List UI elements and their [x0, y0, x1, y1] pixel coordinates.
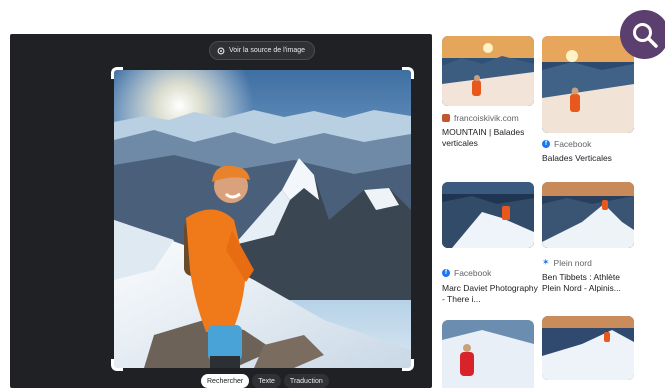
search-button[interactable] — [620, 10, 665, 59]
result-title[interactable]: Ben Tibbets : Athlète Plein Nord - Alpin… — [542, 272, 638, 294]
result-source: francoiskivik.com — [442, 113, 519, 123]
view-image-source-button[interactable]: Voir la source de l'image — [209, 41, 316, 60]
site-favicon-icon — [442, 114, 450, 122]
result-source: ✶ Plein nord — [542, 257, 592, 268]
star-icon: ✶ — [542, 257, 550, 267]
result-thumbnail[interactable] — [542, 182, 634, 248]
result-thumbnail[interactable] — [442, 320, 534, 388]
result-title[interactable]: Marc Daviet Photography - There i... — [442, 283, 538, 305]
result-source: f Facebook — [442, 268, 491, 278]
result-thumbnail[interactable] — [542, 316, 634, 380]
crop-handle-bottom-right[interactable] — [402, 359, 414, 371]
crop-handle-bottom-left[interactable] — [111, 359, 123, 371]
lens-mode-tabs: Rechercher Texte Traduction — [201, 374, 329, 388]
tab-translate[interactable]: Traduction — [283, 374, 329, 388]
view-image-source-label: Voir la source de l'image — [229, 47, 306, 54]
facebook-icon: f — [542, 140, 550, 148]
crop-handle-top-right[interactable] — [402, 67, 414, 79]
searched-image[interactable] — [114, 70, 411, 368]
tab-search[interactable]: Rechercher — [201, 374, 250, 388]
facebook-icon: f — [442, 269, 450, 277]
result-source: f Facebook — [542, 139, 591, 149]
result-thumbnail[interactable] — [442, 182, 534, 248]
lens-icon — [217, 47, 225, 54]
result-title[interactable]: MOUNTAIN | Balades verticales — [442, 127, 538, 149]
result-thumbnail[interactable] — [442, 36, 534, 106]
result-thumbnail[interactable] — [542, 36, 634, 133]
search-icon — [632, 22, 658, 48]
tab-text[interactable]: Texte — [252, 374, 281, 388]
crop-handle-top-left[interactable] — [111, 67, 123, 79]
result-title[interactable]: Balades Verticales — [542, 153, 638, 164]
